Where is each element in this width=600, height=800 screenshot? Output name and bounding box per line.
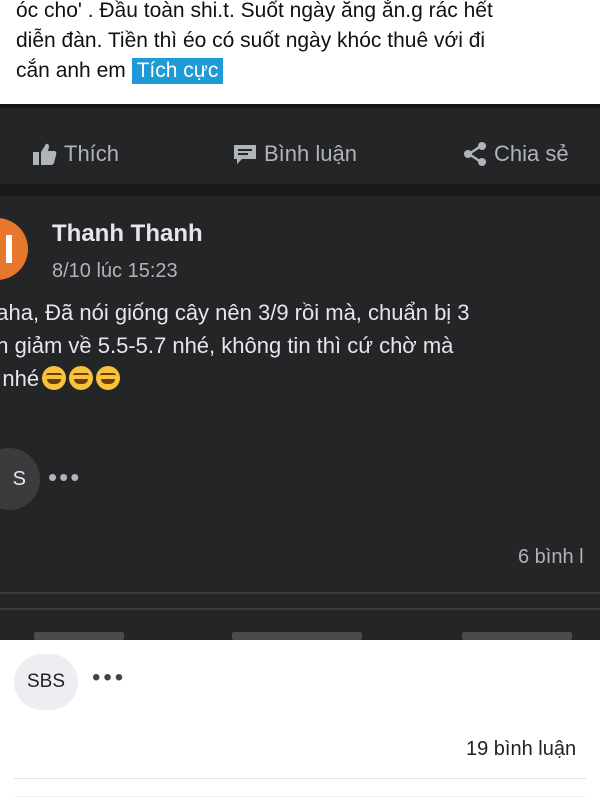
caption-line-3-text: cắn anh em bbox=[16, 59, 126, 82]
sbs-avatar-text: SBS bbox=[26, 671, 66, 692]
thumbs-up-icon bbox=[33, 143, 57, 165]
cropped-action-bar bbox=[0, 632, 600, 640]
laughing-emoji-icon bbox=[42, 366, 67, 390]
post-caption: óc cho' . Đầu toàn shi.t. Suốt ngày ăng … bbox=[16, 0, 596, 86]
like-button[interactable]: Thích bbox=[32, 122, 119, 186]
embedded-screenshot: Thích Bình luận Chia sẻ Thanh Thanh 8/10… bbox=[0, 104, 600, 640]
author-name[interactable]: Thanh Thanh bbox=[52, 220, 203, 248]
comment-button[interactable]: Bình luận bbox=[232, 122, 357, 186]
divider bbox=[0, 592, 600, 594]
avatar-initial bbox=[6, 235, 12, 263]
post-line-3: n nhé bbox=[0, 362, 600, 395]
like-label: Thích bbox=[64, 141, 120, 166]
sbs-avatar-pill[interactable]: SBS bbox=[14, 654, 78, 710]
avatar[interactable] bbox=[0, 218, 28, 280]
more-options-icon[interactable]: ••• bbox=[92, 664, 126, 692]
laughing-emoji-icon bbox=[96, 366, 121, 390]
laughing-emoji-icon bbox=[69, 366, 94, 390]
divider bbox=[14, 778, 586, 779]
post-action-bar: Thích Bình luận Chia sẻ bbox=[0, 122, 600, 186]
post-line-3-text: n nhé bbox=[0, 366, 40, 391]
cropped-like-button bbox=[34, 632, 124, 640]
caption-line-3: cắn anh em Tích cực bbox=[16, 56, 596, 86]
post-body: naha, Đã nói giống cây nên 3/9 rồi mà, c… bbox=[0, 296, 600, 395]
commenter-avatar-text: S bbox=[12, 467, 26, 490]
post-line-2: ên giảm về 5.5-5.7 nhé, không tin thì cứ… bbox=[0, 333, 454, 358]
divider bbox=[0, 184, 600, 196]
cropped-comment-button bbox=[232, 632, 362, 640]
post-line-1: naha, Đã nói giống cây nên 3/9 rồi mà, c… bbox=[0, 300, 470, 325]
comments-count-link[interactable]: 19 bình luận bbox=[466, 738, 576, 761]
commenter-avatar[interactable]: S bbox=[0, 448, 40, 510]
divider bbox=[14, 796, 586, 797]
post-timestamp[interactable]: 8/10 lúc 15:23 bbox=[52, 260, 178, 283]
cropped-share-button bbox=[462, 632, 572, 640]
more-options-icon[interactable]: ••• bbox=[48, 462, 81, 493]
comment-label: Bình luận bbox=[264, 141, 357, 166]
share-icon bbox=[464, 142, 486, 166]
caption-line-2: diễn đàn. Tiền thì éo có suốt ngày khóc … bbox=[16, 29, 486, 52]
sentiment-tag[interactable]: Tích cực bbox=[131, 58, 224, 84]
caption-line-1: óc cho' . Đầu toàn shi.t. Suốt ngày ăng … bbox=[16, 0, 493, 22]
comment-icon bbox=[234, 145, 256, 164]
comments-count[interactable]: 6 bình l bbox=[518, 546, 584, 569]
share-button[interactable]: Chia sẻ bbox=[462, 122, 569, 186]
divider bbox=[0, 608, 600, 610]
divider bbox=[0, 104, 600, 108]
share-label: Chia sẻ bbox=[494, 141, 569, 166]
page: óc cho' . Đầu toàn shi.t. Suốt ngày ăng … bbox=[0, 0, 600, 800]
